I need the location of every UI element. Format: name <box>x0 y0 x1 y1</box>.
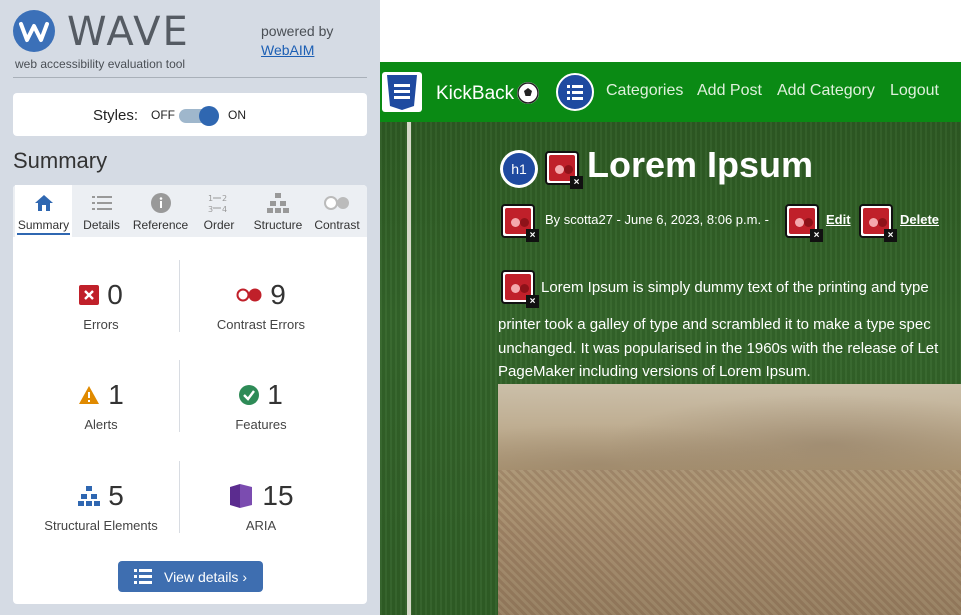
nav-add-category[interactable]: Add Category <box>777 82 875 100</box>
post-body-line: printer took a galley of type and scramb… <box>498 316 931 333</box>
list-icon <box>91 196 112 210</box>
view-details-label: View details › <box>163 568 247 585</box>
site-brand[interactable]: KickBack <box>436 83 514 105</box>
contrast-error-icon[interactable]: × <box>545 151 583 189</box>
aria-label: ARIA <box>245 518 277 533</box>
tab-details[interactable]: Details <box>74 185 129 237</box>
styles-on-label: ON <box>228 108 246 122</box>
errors-stat[interactable]: 0 Errors <box>21 278 181 332</box>
post-byline: By scotta27 - June 6, 2023, 8:06 p.m. - <box>545 212 770 227</box>
contrast-errors-count: 9 <box>270 279 286 310</box>
structural-elements-stat[interactable]: 5 Structural Elements <box>21 479 181 533</box>
svg-text:3: 3 <box>208 205 213 213</box>
contrast-error-icon[interactable]: × <box>859 204 897 242</box>
tab-label: Reference <box>132 218 189 232</box>
tab-label: Details <box>83 218 120 232</box>
wave-logo-icon <box>13 10 55 52</box>
tab-reference[interactable]: Reference <box>129 185 192 237</box>
nav-categories[interactable]: Categories <box>606 82 683 100</box>
contrast-error-icon[interactable]: × <box>501 270 539 308</box>
css3-logo-icon <box>382 72 422 112</box>
contrast-icon <box>324 196 349 210</box>
summary-heading: Summary <box>13 148 108 173</box>
tab-label: Contrast <box>314 218 360 232</box>
page-preview: KickBack Categories Add Post Add Categor… <box>380 0 961 615</box>
nav-add-post[interactable]: Add Post <box>697 82 762 100</box>
features-count: 1 <box>267 379 283 410</box>
tab-bar: Summary Details Reference 12 3 4 Order Str… <box>13 185 367 237</box>
home-icon <box>34 195 53 211</box>
divider <box>179 360 180 432</box>
post-body-line: Lorem Ipsum is simply dummy text of the … <box>541 279 929 296</box>
powered-by-label: powered by <box>261 23 334 39</box>
webaim-link[interactable]: WebAIM <box>261 42 314 58</box>
post-body-line: unchanged. It was popularised in the 196… <box>498 340 939 357</box>
order-icon: 1 2 3 4 <box>208 194 227 213</box>
info-icon <box>150 193 171 213</box>
tab-label: Summary <box>17 218 70 235</box>
contrast-errors-stat[interactable]: 9 Contrast Errors <box>181 278 341 332</box>
alerts-count: 1 <box>108 379 124 410</box>
features-stat[interactable]: 1 Features <box>181 378 341 432</box>
nav-logout[interactable]: Logout <box>890 82 939 100</box>
divider <box>13 77 367 78</box>
structural-label: Structural Elements <box>44 518 158 533</box>
post-image-city <box>498 470 961 615</box>
styles-toggle-knob[interactable] <box>199 106 219 126</box>
h1-icon: h1 <box>500 150 538 188</box>
errors-label: Errors <box>83 317 119 332</box>
delete-link[interactable]: Delete <box>900 212 939 227</box>
svg-text:4: 4 <box>222 205 227 213</box>
wave-logo-text: WAVE <box>67 9 190 55</box>
aria-stat[interactable]: 15 ARIA <box>181 479 341 533</box>
contrast-errors-label: Contrast Errors <box>216 317 306 332</box>
tab-summary[interactable]: Summary <box>15 185 72 237</box>
tab-label: Structure <box>253 218 303 232</box>
tab-contrast[interactable]: Contrast <box>309 185 365 237</box>
styles-off-label: OFF <box>151 108 175 122</box>
alerts-stat[interactable]: 1 Alerts <box>21 378 181 432</box>
wave-list-icon <box>556 73 594 111</box>
edit-link[interactable]: Edit <box>826 212 851 227</box>
contrast-error-icon[interactable]: × <box>785 204 823 242</box>
divider <box>179 260 180 332</box>
feature-check-icon <box>239 385 260 405</box>
post-body-line: PageMaker including versions of Lorem Ip… <box>498 363 811 380</box>
divider <box>179 461 180 533</box>
summary-panel: Summary Details Reference 1234 Order Str… <box>13 185 367 604</box>
error-icon <box>79 285 100 305</box>
post-title: Lorem Ipsum <box>587 144 814 185</box>
contrast-error-icon <box>236 288 262 302</box>
styles-toggle-panel: Styles: OFF ON <box>13 93 367 136</box>
view-details-button[interactable]: View details › <box>118 561 263 592</box>
alerts-label: Alerts <box>84 417 118 432</box>
svg-text:1: 1 <box>208 194 213 203</box>
alert-icon <box>79 386 100 404</box>
aria-count: 15 <box>262 480 294 511</box>
styles-label: Styles: <box>93 107 139 124</box>
errors-count: 0 <box>107 279 123 310</box>
tab-structure[interactable]: Structure <box>249 185 307 237</box>
tab-label: Order <box>203 218 235 232</box>
field-line <box>407 122 411 615</box>
features-label: Features <box>235 417 287 432</box>
wave-tagline: web accessibility evaluation tool <box>15 57 186 71</box>
soccer-ball-icon <box>517 82 539 104</box>
structural-count: 5 <box>108 480 124 511</box>
wave-sidebar: WAVE web accessibility evaluation tool p… <box>0 0 380 615</box>
list-icon <box>133 569 152 584</box>
structure-icon <box>78 486 101 506</box>
aria-cube-icon <box>230 484 253 508</box>
svg-text:2: 2 <box>222 194 227 203</box>
tab-order[interactable]: 12 3 4 Order <box>194 185 244 237</box>
contrast-error-icon[interactable]: × <box>501 204 539 242</box>
structure-icon <box>267 193 289 213</box>
